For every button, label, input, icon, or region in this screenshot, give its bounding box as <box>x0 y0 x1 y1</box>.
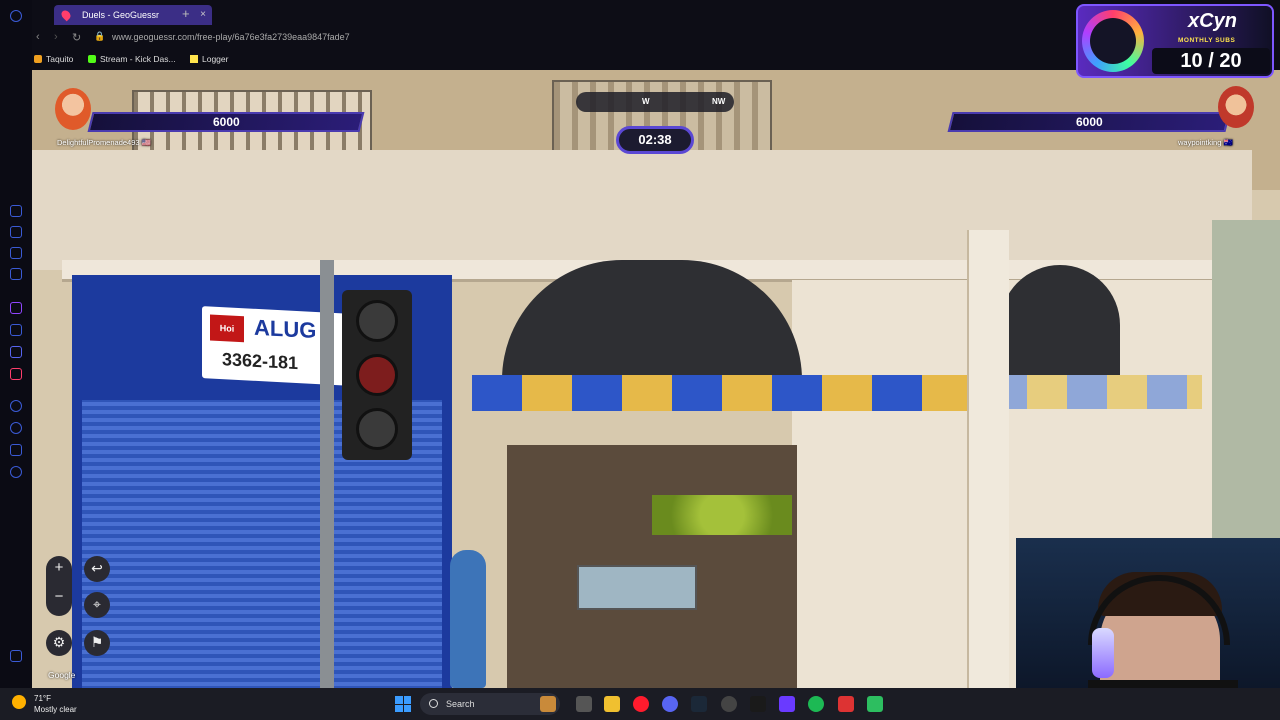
subs-label: MONTHLY SUBS <box>1178 37 1236 44</box>
twitch-icon[interactable] <box>10 302 22 314</box>
kick-icon <box>88 55 96 63</box>
light-top <box>356 300 398 342</box>
player-left-name: DelightfulPromenade493 🇺🇸 <box>57 138 151 147</box>
light-bottom <box>356 408 398 450</box>
weather-icon <box>12 695 26 709</box>
url-field[interactable]: www.geoguessr.com/free-play/6a76e3fa2739… <box>112 32 350 42</box>
reload-icon[interactable]: ↻ <box>72 31 81 44</box>
bookmark-label: Taquito <box>46 54 74 64</box>
settings-gear-icon[interactable]: ⚙ <box>46 630 72 656</box>
player-right-score-value: 6000 <box>1075 115 1103 129</box>
player-left-score: 6000 <box>87 112 365 132</box>
discord-taskbar-icon[interactable] <box>662 696 678 712</box>
search-icon <box>429 699 438 708</box>
steam-icon[interactable] <box>691 696 707 712</box>
player-left-avatar <box>55 88 91 130</box>
tab-title: Duels - GeoGuessr <box>82 10 160 20</box>
sidebar-icon-5[interactable] <box>10 324 22 336</box>
sidebar-icon-6[interactable] <box>10 368 22 380</box>
sidebar-icon-8[interactable] <box>10 444 22 456</box>
new-tab-plus-icon[interactable]: + <box>182 6 190 21</box>
browser-logo-icon[interactable] <box>10 10 22 22</box>
screen: Duels - GeoGuessr × + ‹ › ↻ 🔒 www.geogue… <box>0 0 1280 720</box>
hanging-fruit <box>652 495 792 535</box>
return-to-start-flag-icon[interactable]: ⚑ <box>84 630 110 656</box>
zoom-out-button[interactable]: − <box>46 588 72 605</box>
browser-sidebar <box>0 0 32 688</box>
sidebar-icon-7[interactable] <box>10 400 22 412</box>
cat-app-icon[interactable] <box>540 696 556 712</box>
sidebar-icon-4[interactable] <box>10 268 22 280</box>
sign-text: ALUG <box>254 314 317 344</box>
obs-icon[interactable] <box>721 696 737 712</box>
monthly-subs-widget: xCyn MONTHLY SUBS 10 / 20 <box>1076 4 1274 78</box>
lock-icon: 🔒 <box>94 31 106 41</box>
google-attribution: Google <box>48 670 76 680</box>
taquito-icon <box>34 55 42 63</box>
lightning-icon <box>190 55 198 63</box>
checkpoint-pin-icon[interactable]: ⌖ <box>84 592 110 618</box>
gx-icon[interactable] <box>10 650 22 662</box>
sidebar-icon-2[interactable] <box>10 226 22 238</box>
round-timer: 02:38 <box>616 126 694 154</box>
bookmark-label: Logger <box>202 54 229 64</box>
forward-arrow-icon[interactable]: › <box>54 31 58 43</box>
compass-strip: W NW <box>576 92 734 112</box>
zoom-in-button[interactable]: + <box>46 559 72 576</box>
spotify-icon[interactable] <box>808 696 824 712</box>
microphone <box>1092 628 1114 678</box>
geoguessr-favicon-icon <box>59 8 73 22</box>
light-red <box>356 354 398 396</box>
chrome-icon[interactable] <box>838 696 854 712</box>
discord-icon[interactable] <box>10 346 22 358</box>
bookmark-taquito[interactable]: Taquito <box>34 54 73 64</box>
opera-gx-icon[interactable] <box>633 696 649 712</box>
nvidia-icon[interactable] <box>750 696 766 712</box>
subs-count: 10 / 20 <box>1152 48 1270 74</box>
task-view-icon[interactable] <box>576 696 592 712</box>
settings-icon[interactable] <box>10 466 22 478</box>
stone-column <box>967 230 1009 688</box>
zoom-control: + − <box>46 556 72 616</box>
taskbar-search[interactable]: Search <box>420 693 560 715</box>
search-placeholder: Search <box>446 699 475 709</box>
file-explorer-icon[interactable] <box>604 696 620 712</box>
compass-northwest: NW <box>712 97 726 106</box>
windows-taskbar: 71°F Mostly clear Search <box>0 688 1280 720</box>
player-right-score: 6000 <box>947 112 1231 132</box>
sidebar-icon-3[interactable] <box>10 247 22 259</box>
striped-awning-right <box>987 375 1202 409</box>
striped-awning <box>472 375 972 411</box>
streamer-brand: xCyn <box>1188 10 1237 32</box>
terminal-icon[interactable] <box>867 696 883 712</box>
undo-move-button[interactable]: ↩ <box>84 556 110 582</box>
pedestrian <box>450 550 486 688</box>
windows-start-icon[interactable] <box>395 696 411 712</box>
rainbow-ring-avatar <box>1082 10 1144 72</box>
weather-condition: Mostly clear <box>34 705 77 714</box>
back-arrow-icon[interactable]: ‹ <box>36 31 40 43</box>
player-right-avatar <box>1218 86 1254 128</box>
player-right-name: waypointking 🇦🇺 <box>1178 138 1233 147</box>
building-facade <box>32 150 1252 270</box>
bookmark-stream-kick[interactable]: Stream - Kick Das... <box>88 54 176 64</box>
traffic-pole <box>320 260 334 688</box>
app-icon[interactable] <box>779 696 795 712</box>
bookmark-logger[interactable]: Logger <box>190 54 228 64</box>
compass-west: W <box>642 97 650 106</box>
history-icon[interactable] <box>10 422 22 434</box>
bookmark-label: Stream - Kick Das... <box>100 54 176 64</box>
traffic-light <box>342 290 412 460</box>
weather-temp: 71°F <box>34 694 51 703</box>
arched-window-right <box>1000 265 1120 385</box>
player-left-score-value: 6000 <box>212 115 240 129</box>
display-case <box>577 565 697 610</box>
close-tab-icon[interactable]: × <box>200 5 206 25</box>
sidebar-icon-1[interactable] <box>10 205 22 217</box>
sign-logo: Hoi <box>210 314 244 343</box>
sign-phone: 3362-181 <box>222 349 299 374</box>
